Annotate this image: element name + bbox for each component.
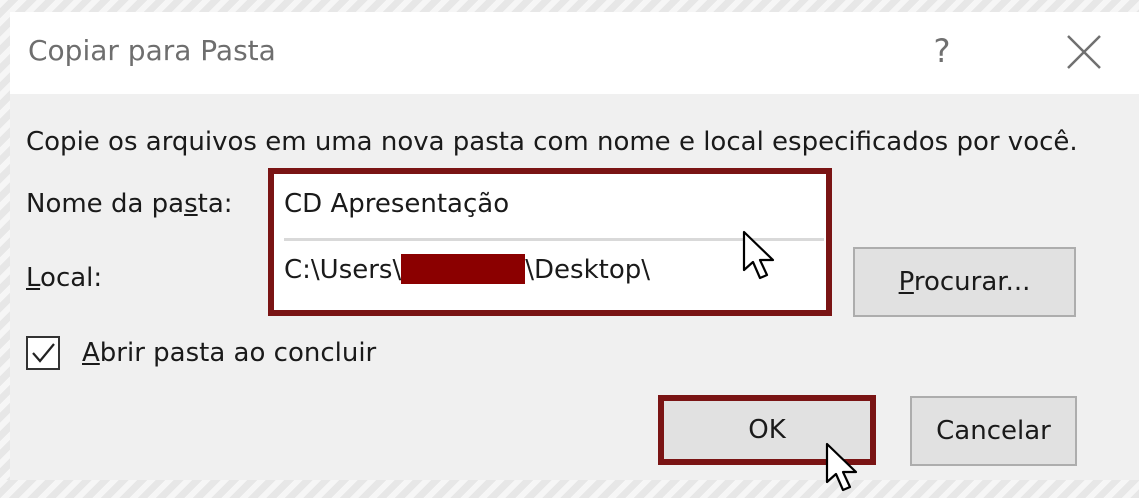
folder-name-field[interactable]: CD Apresentação bbox=[284, 178, 816, 230]
dialog-title: Copiar para Pasta bbox=[28, 34, 276, 67]
location-prefix: C:\Users\ bbox=[284, 255, 402, 285]
close-icon bbox=[1067, 35, 1101, 69]
open-folder-label: Abrir pasta ao concluir bbox=[82, 338, 377, 368]
location-label: Local: bbox=[26, 263, 103, 293]
open-folder-checkbox[interactable] bbox=[26, 336, 60, 370]
copy-to-folder-dialog: Copiar para Pasta ? Copie os arquivos em… bbox=[10, 12, 1139, 492]
mouse-pointer-icon bbox=[825, 442, 858, 492]
location-field[interactable]: C:\Users\ \Desktop\ bbox=[284, 244, 816, 296]
dialog-description: Copie os arquivos em uma nova pasta com … bbox=[26, 127, 1078, 157]
folder-name-label: Nome da pasta: bbox=[26, 189, 233, 219]
checkmark-icon bbox=[32, 343, 55, 363]
cancel-button[interactable]: Cancelar bbox=[910, 396, 1077, 466]
browse-button[interactable]: Procurar... bbox=[853, 247, 1076, 317]
title-bar: Copiar para Pasta ? bbox=[10, 12, 1139, 94]
close-button[interactable] bbox=[1060, 28, 1108, 76]
help-button[interactable]: ? bbox=[918, 26, 966, 76]
mouse-pointer-icon bbox=[742, 230, 775, 280]
redacted-username bbox=[401, 254, 526, 284]
location-suffix: \Desktop\ bbox=[525, 255, 650, 285]
